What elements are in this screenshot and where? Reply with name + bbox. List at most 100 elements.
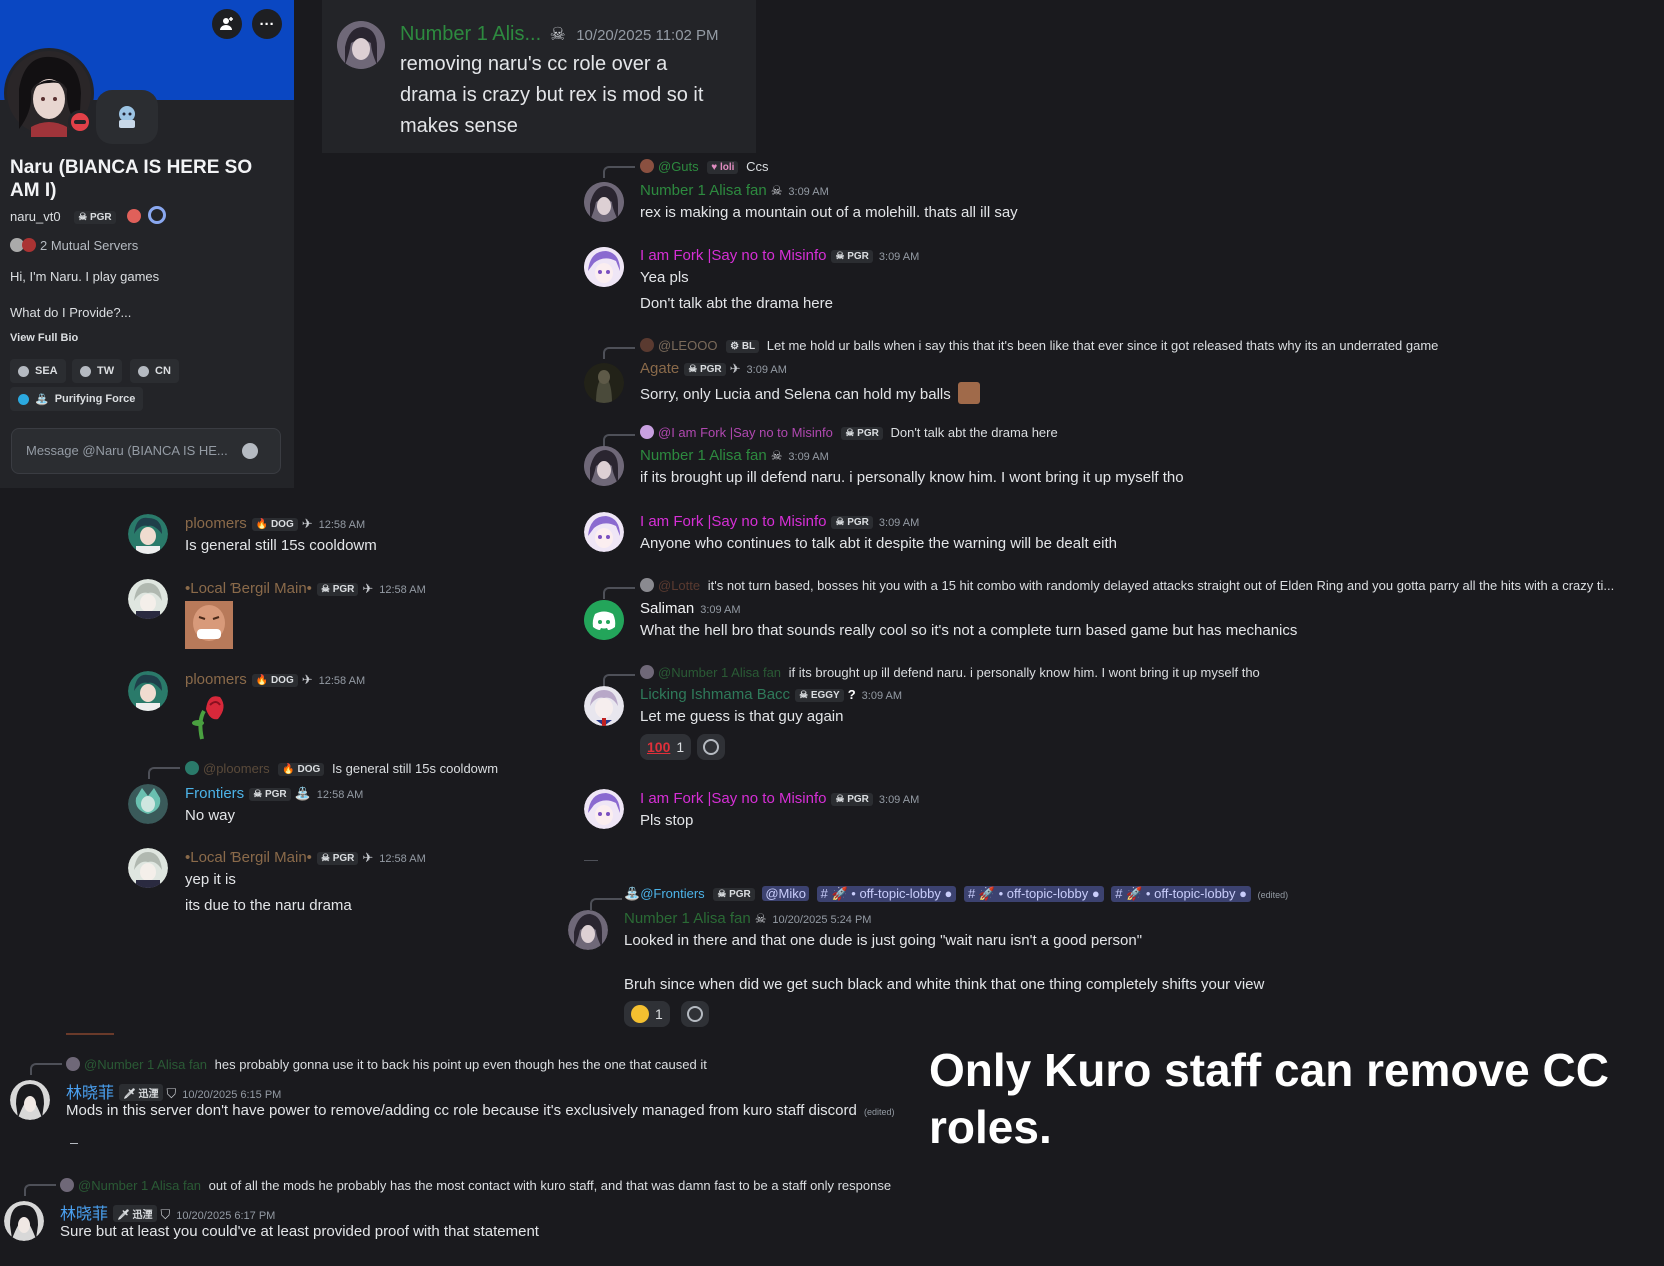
reply-preview[interactable]: @ploomers 🔥 DOG Is general still 15s coo… <box>185 761 498 776</box>
username[interactable]: 林晓菲 <box>60 1206 108 1223</box>
reply-tag: ♥ loli <box>707 161 739 174</box>
add-reaction-button[interactable] <box>681 1001 709 1027</box>
channel-link[interactable]: # 🚀 • off-topic-lobby ● <box>963 886 1104 902</box>
custom-status-bubble <box>96 90 158 144</box>
message-text: Don't talk abt the drama here <box>640 295 833 312</box>
channel-link[interactable]: # 🚀 • off-topic-lobby ● <box>1111 886 1251 902</box>
profile-card: ··· Naru (BIANCA IS HERE SO AM I) naru_v… <box>0 0 294 488</box>
message-text: Sure but at least you could've at least … <box>60 1223 539 1240</box>
role-dot-icon <box>18 393 29 405</box>
avatar[interactable] <box>128 784 168 824</box>
status-dnd-icon <box>68 110 92 134</box>
server-tag: 🗡 迅湮 <box>113 1205 157 1222</box>
username[interactable]: I am Fork |Say no to Misinfo <box>640 513 826 530</box>
message-text: rex is making a mountain out of a molehi… <box>640 204 1018 221</box>
avatar[interactable] <box>128 848 168 888</box>
avatar[interactable] <box>128 671 168 711</box>
reply-preview[interactable]: @Guts ♥ loli Ccs <box>640 159 768 174</box>
hundred-emoji-icon: 100 <box>647 739 671 755</box>
avatar[interactable] <box>584 247 624 287</box>
reply-connector <box>603 347 635 359</box>
avatar[interactable] <box>584 789 624 829</box>
message-text: Bruh since when did we get such black an… <box>624 976 1265 993</box>
view-full-bio-link[interactable]: View Full Bio <box>10 332 78 344</box>
avatar[interactable] <box>584 686 624 726</box>
channel-link[interactable]: # 🚀 • off-topic-lobby ● <box>816 886 957 902</box>
username[interactable]: Number 1 Alisa fan <box>640 447 767 464</box>
reply-connector <box>590 898 622 910</box>
profile-username-row: naru_vt0 ☠ PGR <box>10 206 166 224</box>
avatar[interactable] <box>584 182 624 222</box>
username[interactable]: Saliman <box>640 600 694 617</box>
divider <box>584 860 598 861</box>
avatar[interactable] <box>568 910 608 950</box>
reaction-count: 1 <box>655 1006 663 1022</box>
question-badge-icon: ? <box>847 687 856 702</box>
mutual-servers[interactable]: 2 Mutual Servers <box>10 238 138 253</box>
avatar[interactable] <box>10 1080 50 1120</box>
add-reaction-icon <box>687 1006 703 1022</box>
discord-logo-icon <box>584 600 624 640</box>
message-user-input[interactable]: Message @Naru (BIANCA IS HE... <box>11 428 281 474</box>
reply-tag: ☠ PGR <box>841 427 883 440</box>
avatar[interactable] <box>128 579 168 619</box>
face-emoji-icon <box>957 382 980 404</box>
reply-preview[interactable]: ⛲@Frontiers ☠ PGR @Miko # 🚀 • off-topic-… <box>624 886 1288 902</box>
message-text: yep it is <box>185 871 236 888</box>
fountain-badge-icon: ⛲ <box>624 886 641 901</box>
avatar[interactable] <box>584 600 624 640</box>
avatar[interactable] <box>584 512 624 552</box>
username[interactable]: Number 1 Alisa fan <box>624 910 751 927</box>
username[interactable]: 林晓菲 <box>66 1085 114 1102</box>
caption-line1: Only Kuro staff can remove CC <box>929 1044 1609 1096</box>
more-options-button[interactable]: ··· <box>252 9 282 39</box>
reaction-100[interactable]: 100 1 <box>640 734 692 760</box>
reply-preview[interactable]: @Lotte it's not turn based, bosses hit y… <box>640 578 1650 593</box>
mention[interactable]: @Miko <box>762 886 810 901</box>
username[interactable]: Agate <box>640 360 679 377</box>
avatar[interactable] <box>584 446 624 486</box>
reply-preview[interactable]: @Number 1 Alisa fan if its brought up il… <box>640 665 1260 680</box>
laughing-face-image[interactable] <box>185 601 233 649</box>
add-reaction-button[interactable] <box>697 734 725 760</box>
username[interactable]: ploomers <box>185 671 247 688</box>
mini-avatar-icon <box>66 1057 80 1071</box>
wilted-rose-sticker[interactable] <box>188 691 232 741</box>
gear-badge-icon <box>147 206 166 224</box>
message-text: its due to the naru drama <box>185 897 352 914</box>
add-friend-button[interactable] <box>212 9 242 39</box>
top-message: Number 1 Alis... ☠ 10/20/2025 11:02 PM r… <box>322 0 756 153</box>
username[interactable]: Number 1 Alisa fan <box>640 182 767 199</box>
reply-preview[interactable]: @I am Fork |Say no to Misinfo ☠ PGR Don'… <box>640 425 1058 440</box>
mini-avatar-icon <box>60 1178 74 1192</box>
role-sea: SEA <box>10 359 66 383</box>
reply-preview[interactable]: @LEOOO ⚙ BL Let me hold ur balls when i … <box>640 338 1438 353</box>
reply-preview[interactable]: @Number 1 Alisa fan hes probably gonna u… <box>66 1057 707 1072</box>
username[interactable]: ploomers <box>185 515 247 532</box>
username[interactable]: Number 1 Alis... <box>400 23 541 45</box>
avatar[interactable] <box>4 1201 44 1241</box>
username[interactable]: •Local Ɓergil Main• <box>185 849 312 866</box>
wing-badge-icon: ✈ <box>301 516 313 531</box>
server-tag: ☠ PGR <box>316 852 359 865</box>
username[interactable]: I am Fork |Say no to Misinfo <box>640 790 826 807</box>
message-text: Looked in there and that one dude is jus… <box>624 932 1143 949</box>
status-emoji-icon <box>119 106 135 128</box>
emoji-smile-icon[interactable] <box>242 443 258 459</box>
wing-badge-icon: ✈ <box>301 672 313 687</box>
profile-avatar[interactable] <box>4 48 94 138</box>
message-text: Anyone who continues to talk abt it desp… <box>640 535 1117 552</box>
mini-avatar-icon <box>640 578 654 592</box>
avatar[interactable] <box>337 21 385 69</box>
add-friend-icon <box>220 17 233 30</box>
reply-preview[interactable]: @Number 1 Alisa fan out of all the mods … <box>60 1178 891 1193</box>
username[interactable]: Frontiers <box>185 785 244 802</box>
username[interactable]: Licking Ishmama Bacc <box>640 686 790 703</box>
reaction-crying[interactable]: 1 <box>624 1001 670 1027</box>
wing-badge-icon: ✈ <box>362 850 374 865</box>
reaction-count: 1 <box>676 739 685 755</box>
username[interactable]: I am Fork |Say no to Misinfo <box>640 247 826 264</box>
username[interactable]: •Local Ɓergil Main• <box>185 580 312 597</box>
avatar[interactable] <box>584 363 624 403</box>
avatar[interactable] <box>128 514 168 554</box>
